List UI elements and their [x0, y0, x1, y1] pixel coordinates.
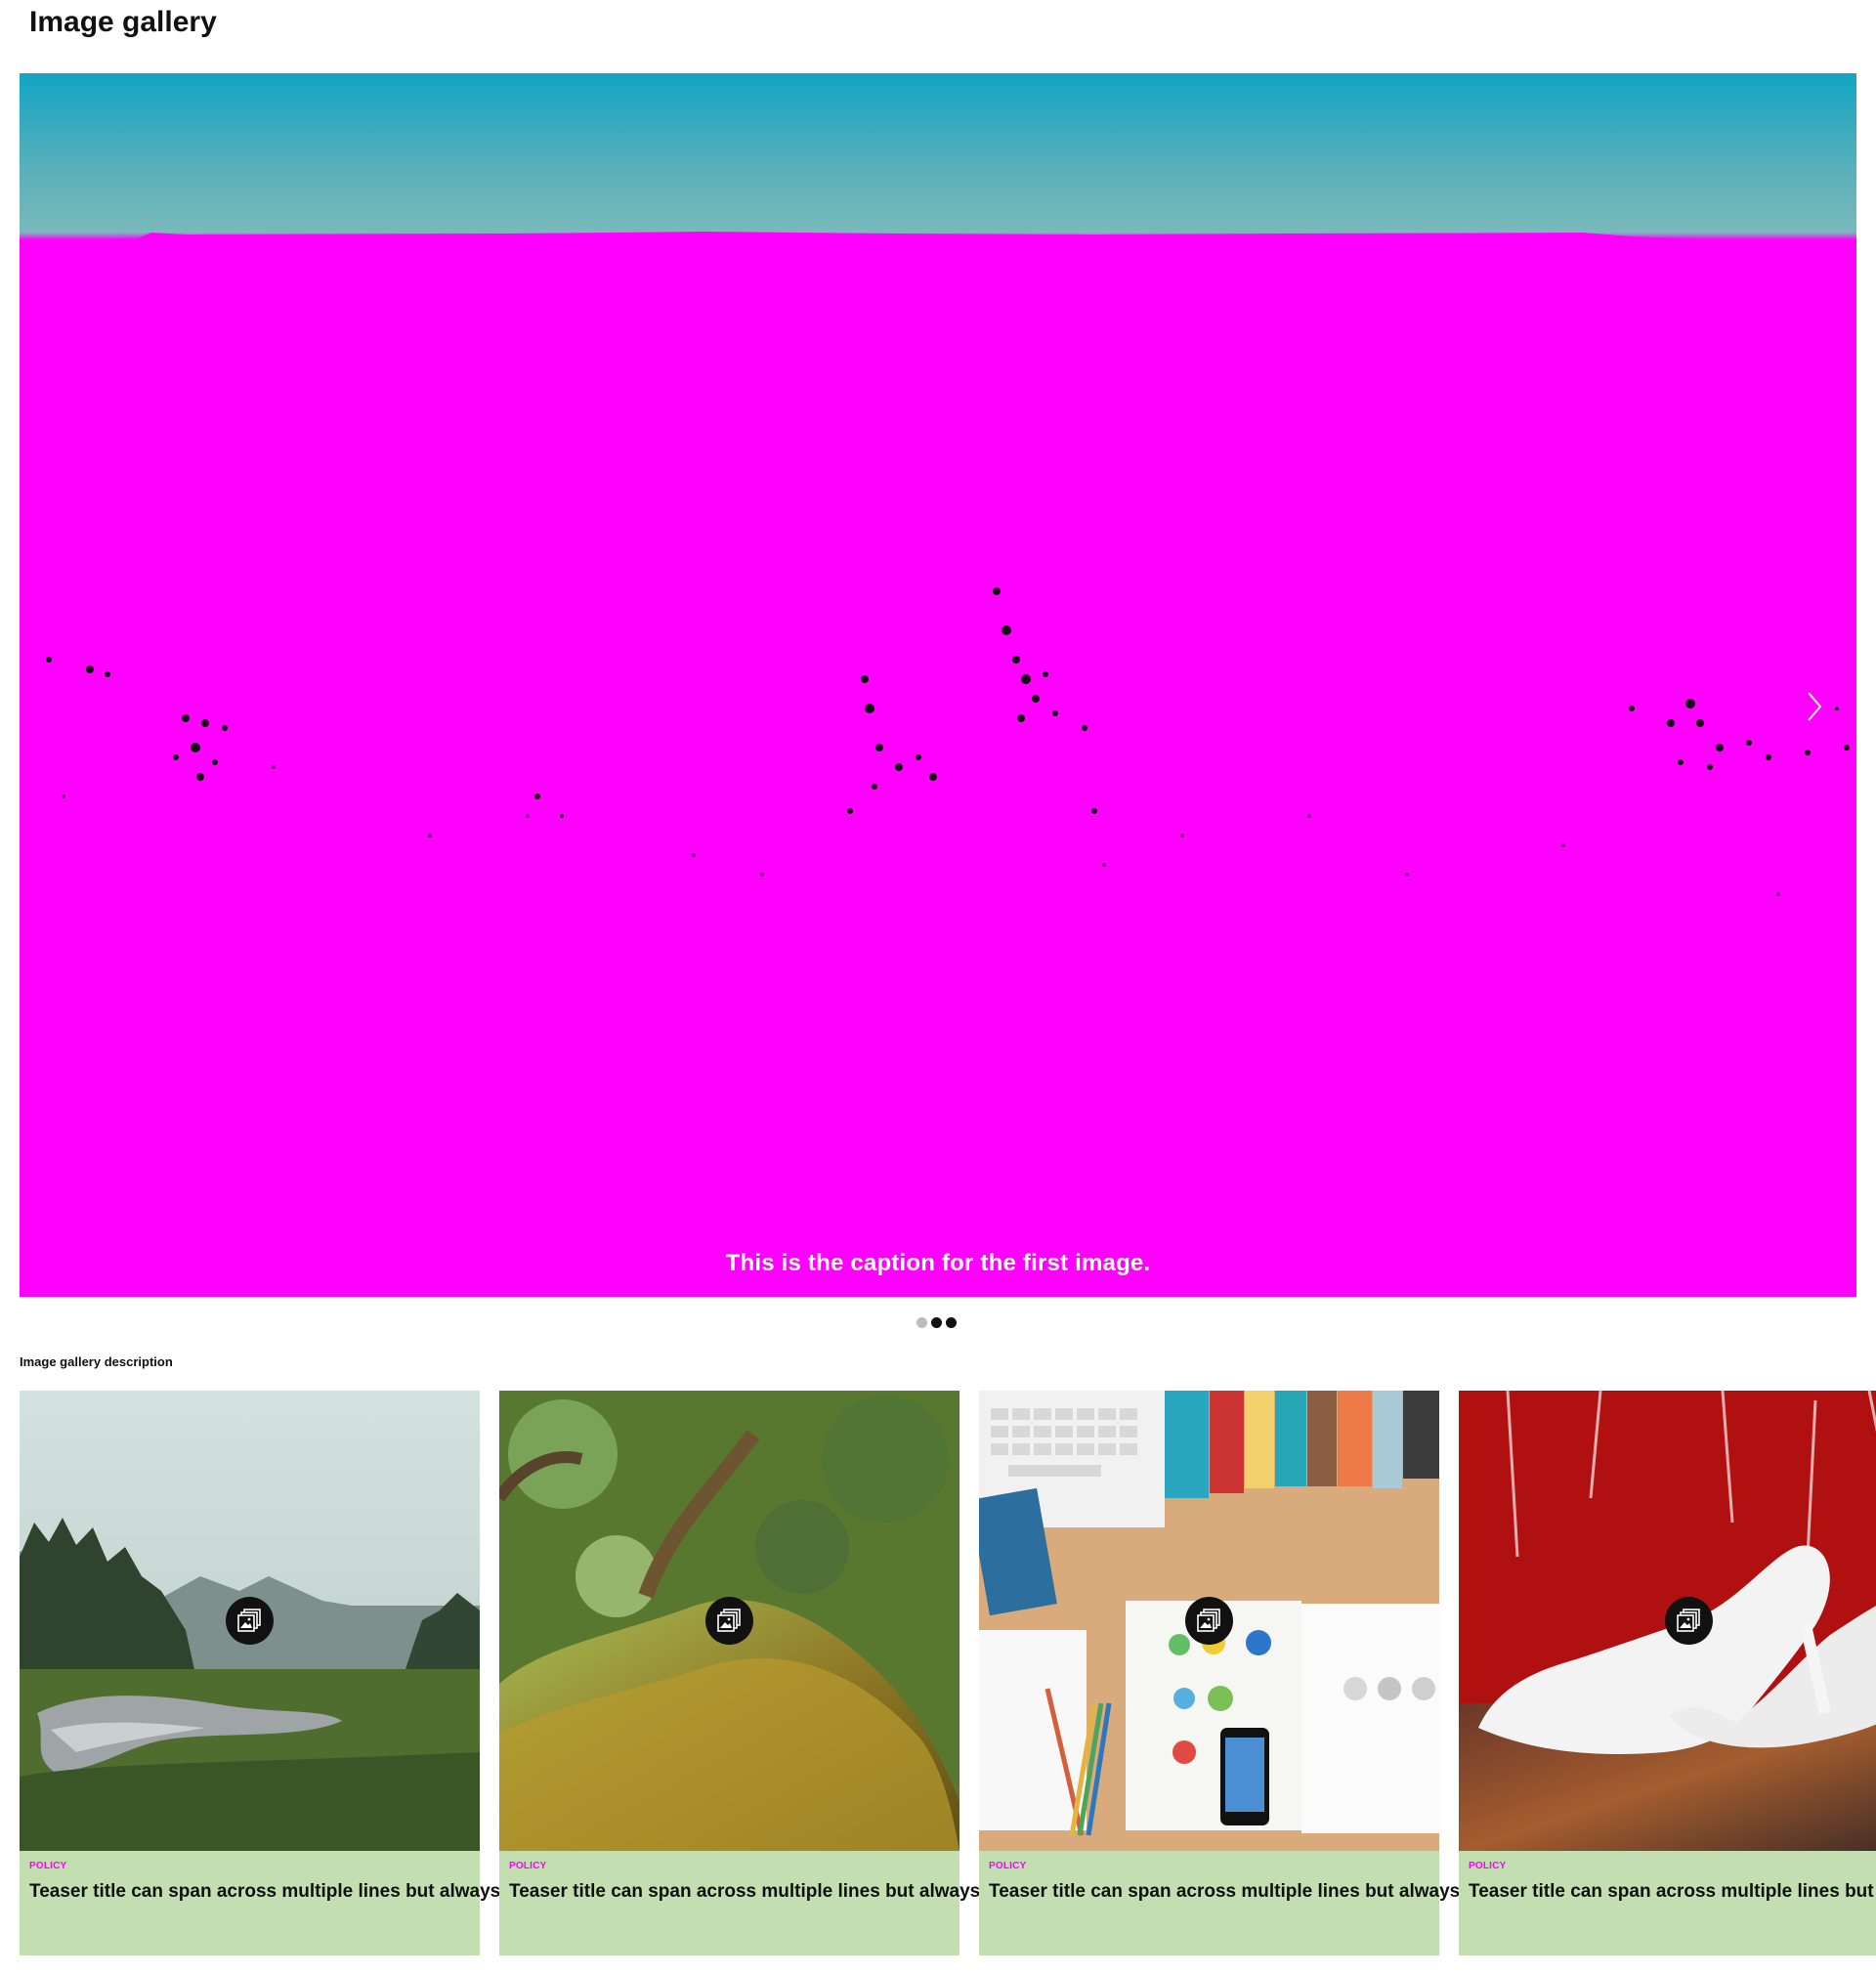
card-title[interactable]: Teaser title can span across multiple li… [989, 1880, 1642, 1904]
slide-caption: This is the caption for the first image. [725, 1250, 1151, 1276]
next-slide-button[interactable] [1792, 667, 1837, 746]
slide-image [20, 232, 1856, 896]
card-image-landscape [20, 1391, 480, 1851]
card-title[interactable]: Teaser title can span across multiple li… [509, 1880, 1162, 1904]
slider-dot[interactable] [946, 1317, 957, 1328]
gallery-badge [1185, 1597, 1233, 1645]
card-category: POLICY [509, 1861, 547, 1871]
gallery-icon [1197, 1609, 1220, 1632]
card-title[interactable]: Teaser title can span across multiple li… [1469, 1880, 1876, 1904]
card-title[interactable]: Teaser title can span across multiple li… [29, 1880, 682, 1904]
card-category: POLICY [989, 1861, 1027, 1871]
chevron-right-icon [1808, 692, 1822, 721]
teaser-card[interactable]: POLICY Teaser title can span across mult… [1459, 1391, 1876, 1955]
slider-dot[interactable] [917, 1317, 927, 1328]
teaser-card[interactable]: POLICY Teaser title can span across mult… [20, 1391, 682, 1955]
gallery-icon [1677, 1609, 1700, 1632]
gallery-icon [717, 1609, 741, 1632]
card-image-shoes [1459, 1391, 1876, 1851]
teaser-card[interactable]: POLICY Teaser title can span across mult… [499, 1391, 1162, 1955]
slider-pagination [917, 1317, 957, 1328]
card-category: POLICY [1469, 1861, 1507, 1871]
gallery-badge [705, 1597, 753, 1645]
card-image-desk [979, 1391, 1439, 1851]
teaser-card-list: POLICY Teaser title can span across mult… [20, 1391, 1876, 1955]
gallery-badge [1665, 1597, 1713, 1645]
image-slider[interactable]: This is the caption for the first image. [20, 73, 1856, 1297]
gallery-icon [237, 1609, 261, 1632]
card-category: POLICY [29, 1861, 67, 1871]
teaser-card[interactable]: POLICY Teaser title can span across mult… [979, 1391, 1642, 1955]
card-image-moss [499, 1391, 959, 1851]
gallery-badge [226, 1597, 274, 1645]
gallery-description: Image gallery description [20, 1354, 173, 1369]
slider-dot[interactable] [931, 1317, 942, 1328]
page-title: Image gallery [29, 6, 217, 38]
